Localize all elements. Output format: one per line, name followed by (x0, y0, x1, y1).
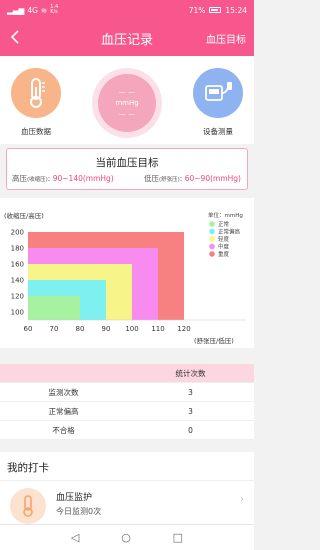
table-row: 监测次数 3 (0, 383, 254, 402)
checkin-item-bp[interactable]: 血压监护 今日监测0次 › (0, 482, 254, 524)
system-nav-bar: ◁ ○ □ (0, 524, 254, 550)
bp-reading: — — mmHg — — (98, 74, 156, 132)
device-measure-button[interactable] (193, 68, 243, 118)
low-value: 60~90(mmHg) (184, 174, 241, 183)
device-measure-label: 设备测量 (203, 127, 233, 136)
network-type: 4G (27, 5, 38, 15)
back-nav-icon[interactable]: ◁ (71, 531, 79, 544)
target-high: 高压(收缩压): 90~140(mmHg) (12, 174, 114, 183)
thermometer-icon (10, 488, 46, 524)
row-label: 监测次数 (48, 387, 79, 397)
battery-icon (209, 7, 222, 13)
wifi-icon: ≋ (40, 5, 48, 15)
app-root: ▂▄▆ 4G ≋ 1.4 K/s 71% 15:24 血压记录 血压目标 血压数… (0, 0, 254, 550)
y-tick-label: 100 (11, 309, 24, 317)
low-prefix: 低压 (144, 174, 159, 183)
battery-percent: 71% (188, 5, 206, 15)
x-tick-label: 100 (125, 325, 138, 333)
target-title: 当前血压目标 (95, 157, 159, 169)
target-low: 低压(舒张压): 60~90(mmHg) (144, 174, 241, 183)
row-label: 不合格 (52, 425, 75, 435)
bp-data-label: 血压数据 (21, 127, 51, 136)
row-value: 3 (188, 406, 193, 416)
net-rate: 1.4 K/s (50, 4, 59, 15)
bp-data-button[interactable] (11, 68, 61, 118)
table-row: 不合格 0 (0, 421, 254, 440)
row-value: 3 (188, 387, 193, 397)
bp-zone-chart-card: (收缩压/高压) 200 180 160 140 120 100 60 70 80 90 100 110… (0, 198, 254, 348)
back-button[interactable] (0, 29, 30, 48)
legend-swatch (209, 221, 215, 227)
reading-high: — — (118, 88, 136, 96)
high-prefix: 高压 (12, 174, 27, 183)
bp-zone-chart: (收缩压/高压)20018016014012010060 70 80 90 100 110… (4, 211, 246, 345)
recent-apps-icon[interactable]: □ (173, 531, 183, 544)
x-tick-label: 90 (102, 325, 111, 333)
high-paren: (收缩压) (27, 177, 48, 183)
x-tick-label: 110 (151, 325, 164, 333)
bp-target-card: 当前血压目标 高压(收缩压): 90~140(mmHg) 低压(舒张压): 60… (6, 148, 248, 190)
checkin-section: 我的打卡 血压监护 今日监测0次 › (0, 452, 254, 524)
table-row: 正常偏高 3 (0, 402, 254, 421)
legend-swatch (209, 228, 215, 235)
y-axis-label: (收缩压/高压) (4, 211, 44, 220)
clock: 15:24 (225, 5, 247, 15)
y-tick-label: 180 (11, 245, 24, 253)
stats-table: 统计次数 监测次数 3 正常偏高 3 不合格 0 (0, 364, 254, 440)
table-header: 统计次数 (0, 364, 254, 383)
legend-label: 重度 (218, 250, 230, 258)
x-tick-label: 120 (177, 325, 190, 333)
x-tick-label: 70 (50, 325, 59, 333)
bp-reading-ring: — — mmHg — — (92, 68, 162, 138)
chevron-right-icon: › (240, 494, 244, 505)
x-axis-label: (舒张压/低压) (194, 336, 234, 345)
legend-label: 中度 (218, 243, 230, 251)
home-nav-icon[interactable]: ○ (121, 531, 131, 544)
legend-label: 正常偏高 (218, 228, 241, 236)
low-paren: (舒张压) (159, 177, 180, 183)
row-value: 0 (188, 425, 193, 435)
zone-正常 (28, 296, 80, 320)
y-tick-label: 200 (11, 229, 24, 237)
x-tick-label: 60 (24, 325, 33, 333)
divider (0, 480, 254, 481)
header-col2: 统计次数 (175, 368, 206, 378)
reading-low: — — (118, 110, 136, 118)
thermometer-icon (30, 78, 45, 108)
legend-swatch (209, 236, 215, 242)
y-tick-label: 160 (11, 261, 24, 269)
reading-unit: mmHg (115, 99, 139, 107)
legend-swatch (209, 243, 215, 250)
y-tick-label: 120 (11, 293, 24, 301)
signal-icon: ▂▄▆ (7, 5, 25, 15)
x-tick-label: 80 (76, 325, 85, 333)
nav-bar: 血压记录 血压目标 (0, 20, 254, 56)
status-bar: ▂▄▆ 4G ≋ 1.4 K/s 71% 15:24 (0, 0, 254, 20)
legend-unit: 单位：mmHg (208, 211, 243, 219)
item-subtitle: 今日监测0次 (56, 507, 102, 516)
legend-label: 正常 (218, 220, 230, 228)
bp-monitor-icon (205, 82, 232, 101)
checkin-title: 我的打卡 (7, 462, 49, 474)
y-tick-label: 140 (11, 277, 24, 285)
bp-goal-button[interactable]: 血压目标 (206, 31, 246, 46)
legend-swatch (209, 251, 215, 257)
item-title: 血压监护 (56, 493, 93, 503)
high-value: 90~140(mmHg) (52, 174, 114, 183)
row-label: 正常偏高 (48, 406, 79, 416)
chevron-left-icon (10, 29, 19, 44)
legend-label: 轻度 (218, 235, 230, 243)
